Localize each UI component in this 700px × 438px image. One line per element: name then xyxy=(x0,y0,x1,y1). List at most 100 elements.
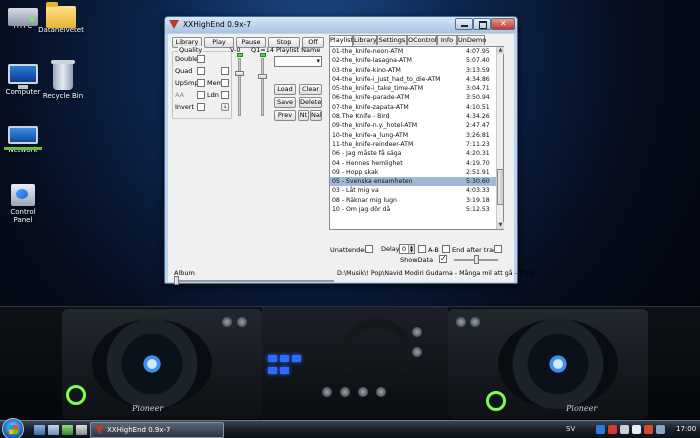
tab-ocontrol[interactable]: OControl xyxy=(407,35,437,45)
playlist-row[interactable]: 03-the_knife-kino-ATM 3:13.59 xyxy=(330,66,503,75)
down-arrow-button[interactable]: ↓ xyxy=(221,103,229,111)
knob-icon xyxy=(470,317,480,327)
track-title: 04 - Hennes hemlighet xyxy=(332,159,403,167)
tab-library[interactable]: Library xyxy=(353,35,377,45)
mem-extra-checkbox[interactable] xyxy=(221,67,229,75)
show-desktop-icon[interactable] xyxy=(34,425,45,435)
playlist-row[interactable]: 05-the_knife-i_take_time-ATM 3:04.71 xyxy=(330,84,503,93)
minimize-button[interactable] xyxy=(455,18,473,30)
unattended-checkbox[interactable] xyxy=(365,245,373,253)
unattended-label: Unattended xyxy=(330,246,369,254)
scroll-up-icon[interactable]: ▲ xyxy=(497,47,504,54)
delete-button[interactable]: Delete xyxy=(299,97,322,108)
nt-button[interactable]: Nt xyxy=(298,110,309,121)
showdata-checkbox[interactable] xyxy=(439,254,447,263)
network-icon xyxy=(4,126,42,150)
desktop-icon-control-panel[interactable]: Control Panel xyxy=(0,184,46,224)
quad-checkbox[interactable] xyxy=(197,67,205,75)
quick-launch-app2-icon[interactable] xyxy=(76,425,87,435)
tray-volume-icon[interactable] xyxy=(632,425,641,434)
tab-undemo[interactable]: UnDemo xyxy=(457,35,486,45)
playlist-row[interactable]: 11-the_knife-reindeer-ATM 7:11.23 xyxy=(330,140,503,149)
app-icon xyxy=(169,20,179,29)
aa-checkbox[interactable] xyxy=(197,91,205,99)
track-title: 08 - Räknar mig lugn xyxy=(332,196,397,204)
album-position-slider[interactable] xyxy=(174,280,334,282)
ldn-checkbox[interactable] xyxy=(221,91,229,99)
q1-slider[interactable] xyxy=(261,58,264,116)
track-title: 03 - Låt mig va xyxy=(332,187,379,195)
playlist-row[interactable]: 04-the_knife-i_just_had_to_die-ATM 4:34.8… xyxy=(330,75,503,84)
q1-slider-thumb[interactable] xyxy=(258,74,267,79)
mem-checkbox[interactable] xyxy=(221,79,229,87)
scrollbar-thumb[interactable] xyxy=(497,169,504,205)
clear-button[interactable]: Clear xyxy=(299,84,322,95)
playlist-scrollbar[interactable]: ▲ ▼ xyxy=(496,47,504,229)
playlist-row[interactable]: 08.The Knife - Bird 4:34.26 xyxy=(330,112,503,121)
control-panel-icon xyxy=(11,184,35,206)
end-after-track-checkbox[interactable] xyxy=(442,245,450,253)
clock[interactable]: 17:00 xyxy=(676,425,696,433)
playlist-row[interactable]: 02-the_knife-lasagna-ATM 5:07.40 xyxy=(330,56,503,65)
invert-checkbox[interactable] xyxy=(197,103,205,111)
playlist-row[interactable]: 06-the_knife-parade-ATM 3:50.94 xyxy=(330,93,503,102)
tray-power-icon[interactable] xyxy=(644,425,653,434)
track-title: 05 - Svenska ensamheten xyxy=(332,178,413,186)
volume-slider[interactable] xyxy=(238,58,241,116)
track-duration: 4:03.33 xyxy=(466,187,490,195)
playlist-row[interactable]: 04 - Hennes hemlighet 4:19.70 xyxy=(330,159,503,168)
tray-network-icon[interactable] xyxy=(620,425,629,434)
taskbar-button-xxhighend[interactable]: XXHighEnd 0.9x-7 xyxy=(90,422,224,438)
q1-level-indicator xyxy=(260,53,266,57)
tab-playlist[interactable]: Playlist xyxy=(329,35,353,46)
playlist-row[interactable]: 10-the_knife-a_lung-ATM 3:26.81 xyxy=(330,131,503,140)
language-indicator[interactable]: SV xyxy=(566,425,575,433)
upsmp-checkbox[interactable] xyxy=(197,79,205,87)
switch-windows-icon[interactable] xyxy=(48,425,59,435)
close-button[interactable] xyxy=(491,18,515,30)
tray-app-icon[interactable] xyxy=(596,425,605,434)
playlist-name-combo[interactable] xyxy=(274,56,322,67)
desktop-icon-network[interactable]: Network xyxy=(0,124,46,154)
desktop-icon-recycle-bin[interactable]: Recycle Bin xyxy=(40,60,86,100)
tray-security-icon[interactable] xyxy=(608,425,617,434)
scroll-down-icon[interactable]: ▼ xyxy=(497,222,504,229)
window-client: Library Play Pause Stop Off Quality Doub… xyxy=(168,34,535,285)
double-checkbox[interactable] xyxy=(197,55,205,63)
ldn-label: Ldn xyxy=(207,91,219,99)
prev-button[interactable]: Prev xyxy=(274,110,296,121)
playlist-row[interactable]: 10 - Om jag dör då 5:12.53 xyxy=(330,205,503,214)
album-position-thumb[interactable] xyxy=(174,276,179,285)
maximize-button[interactable] xyxy=(473,18,491,30)
load-button[interactable]: Load xyxy=(274,84,296,95)
start-button[interactable] xyxy=(2,418,24,438)
knob-icon xyxy=(222,317,232,327)
window-titlebar[interactable]: XXHighEnd 0.9x-7 xyxy=(165,17,517,33)
ab-checkbox[interactable] xyxy=(418,245,426,253)
playlist-row[interactable]: 08 - Räknar mig lugn 3:19.18 xyxy=(330,196,503,205)
nal-button[interactable]: Nal xyxy=(310,110,322,121)
playlist-row[interactable]: 01-the_knife-neon-ATM 4:07.95 xyxy=(330,47,503,56)
playlist-row[interactable]: 06 - Jag måste få säga 4:20.31 xyxy=(330,149,503,158)
desktop-icon-label: Recycle Bin xyxy=(42,92,84,100)
playlist-row[interactable]: 09 - Hopp skak 2:51.91 xyxy=(330,168,503,177)
playlist-list[interactable]: 01-the_knife-neon-ATM 4:07.95 02-the_knife… xyxy=(329,46,504,230)
playlist-row[interactable]: 09-the_knife-n.y._hotel-ATM 2:47.47 xyxy=(330,121,503,130)
quick-launch-app-icon[interactable] xyxy=(62,425,73,435)
track-title: 08.The Knife - Bird xyxy=(332,113,390,121)
desktop-icon-datahelvetet[interactable]: Datahelvetet xyxy=(38,2,84,34)
end-after-track-extra-checkbox[interactable] xyxy=(494,245,502,253)
playlist-row[interactable]: 03 - Låt mig va 4:03.33 xyxy=(330,186,503,195)
knob-icon xyxy=(340,387,350,397)
ab-slider-thumb[interactable] xyxy=(474,255,479,264)
save-button[interactable]: Save xyxy=(274,97,296,108)
tab-settings[interactable]: Settings xyxy=(377,35,407,45)
delay-spinner[interactable]: 0 ▲ ▼ xyxy=(399,244,415,254)
spinner-arrows-icon[interactable]: ▲ ▼ xyxy=(408,245,414,253)
volume-slider-thumb[interactable] xyxy=(235,71,244,76)
playlist-row[interactable]: 05 - Svenska ensamheten 5:30.60 xyxy=(330,177,503,187)
playlist-row[interactable]: 07-the_knife-zapata-ATM 4:10.51 xyxy=(330,103,503,112)
volume-level-indicator xyxy=(237,53,243,57)
tray-misc-icon[interactable] xyxy=(656,425,665,434)
tab-info[interactable]: Info xyxy=(437,35,457,45)
